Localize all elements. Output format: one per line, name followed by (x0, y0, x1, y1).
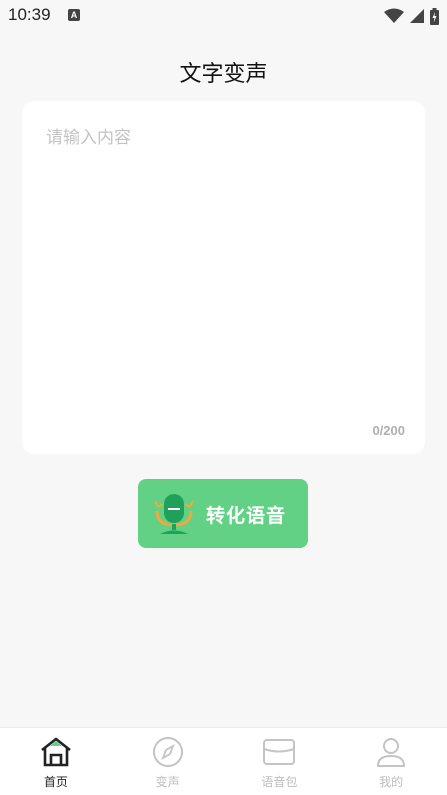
status-icons (384, 6, 439, 26)
status-time: 10:39 (8, 5, 51, 24)
convert-voice-label: 转化语音 (206, 505, 287, 527)
battery-icon (430, 7, 439, 25)
user-icon (377, 738, 406, 767)
wallet-icon (263, 739, 296, 765)
compass-icon (152, 737, 183, 767)
notification-icon: A (68, 9, 80, 21)
status-bar: 10:39 A (0, 0, 447, 32)
home-icon (41, 737, 71, 767)
convert-voice-button[interactable]: 转化语音 (138, 479, 308, 548)
bottom-nav: 首页 变声 语音包 我的 (0, 727, 447, 795)
nav-item-voice-change[interactable]: 变声 (112, 728, 224, 795)
nav-label-voice-pack: 语音包 (261, 775, 298, 789)
nav-label-home: 首页 (43, 775, 68, 789)
page-title: 文字变声 (179, 62, 268, 87)
wifi-icon (384, 8, 404, 23)
char-counter: 0/200 (372, 423, 405, 438)
nav-label-mine: 我的 (379, 775, 404, 789)
text-input-card: 0/200 (22, 101, 425, 454)
nav-item-mine[interactable]: 我的 (335, 728, 447, 795)
text-input[interactable] (46, 123, 401, 393)
signal-icon (410, 9, 424, 23)
microphone-icon (154, 494, 194, 534)
nav-item-voice-pack[interactable]: 语音包 (224, 728, 336, 795)
nav-item-home[interactable]: 首页 (0, 728, 112, 795)
nav-label-voice-change: 变声 (155, 775, 180, 789)
